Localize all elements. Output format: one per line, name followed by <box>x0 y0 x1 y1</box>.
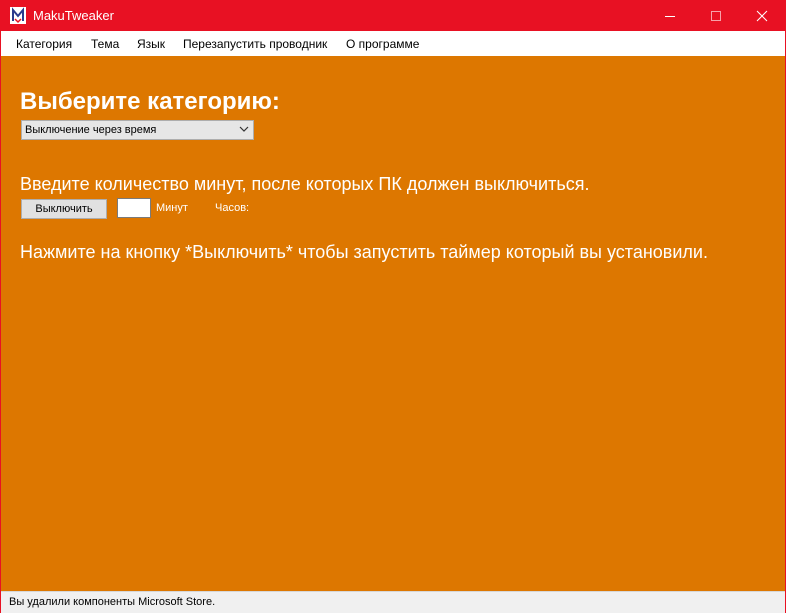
maximize-button[interactable] <box>693 1 739 31</box>
maku-logo-icon <box>10 7 26 24</box>
minutes-label: Минут <box>156 202 188 214</box>
shutdown-button[interactable]: Выключить <box>21 199 107 219</box>
category-select-value: Выключение через время <box>25 124 157 136</box>
status-text: Вы удалили компоненты Microsoft Store. <box>9 596 216 608</box>
menu-item-category[interactable]: Категория <box>16 37 72 51</box>
hint-text: Нажмите на кнопку *Выключить* чтобы запу… <box>20 242 708 262</box>
main-content: Выберите категорию: Выключение через вре… <box>1 56 785 591</box>
close-button[interactable] <box>739 1 785 31</box>
hours-label: Часов: <box>215 202 250 214</box>
minimize-button[interactable] <box>647 1 693 31</box>
menu-item-theme[interactable]: Тема <box>91 37 119 51</box>
menu-item-language[interactable]: Язык <box>137 37 165 51</box>
category-select[interactable]: Выключение через время <box>21 120 254 140</box>
app-window: MakuTweaker Категория Тема Язык Перезапу… <box>0 0 786 613</box>
status-bar: Вы удалили компоненты Microsoft Store. <box>1 591 785 613</box>
minutes-input[interactable] <box>117 198 151 218</box>
menu-bar: Категория Тема Язык Перезапустить провод… <box>1 31 785 56</box>
instruction-text: Введите количество минут, после которых … <box>20 174 590 194</box>
maximize-icon <box>711 11 721 21</box>
page-title: Выберите категорию: <box>20 88 280 115</box>
title-bar[interactable]: MakuTweaker <box>1 1 785 31</box>
minimize-icon <box>665 16 675 17</box>
chevron-down-icon <box>239 126 249 132</box>
close-icon <box>756 10 768 22</box>
window-title: MakuTweaker <box>33 8 114 23</box>
menu-item-restart-explorer[interactable]: Перезапустить проводник <box>183 37 327 51</box>
menu-item-about[interactable]: О программе <box>346 37 419 51</box>
